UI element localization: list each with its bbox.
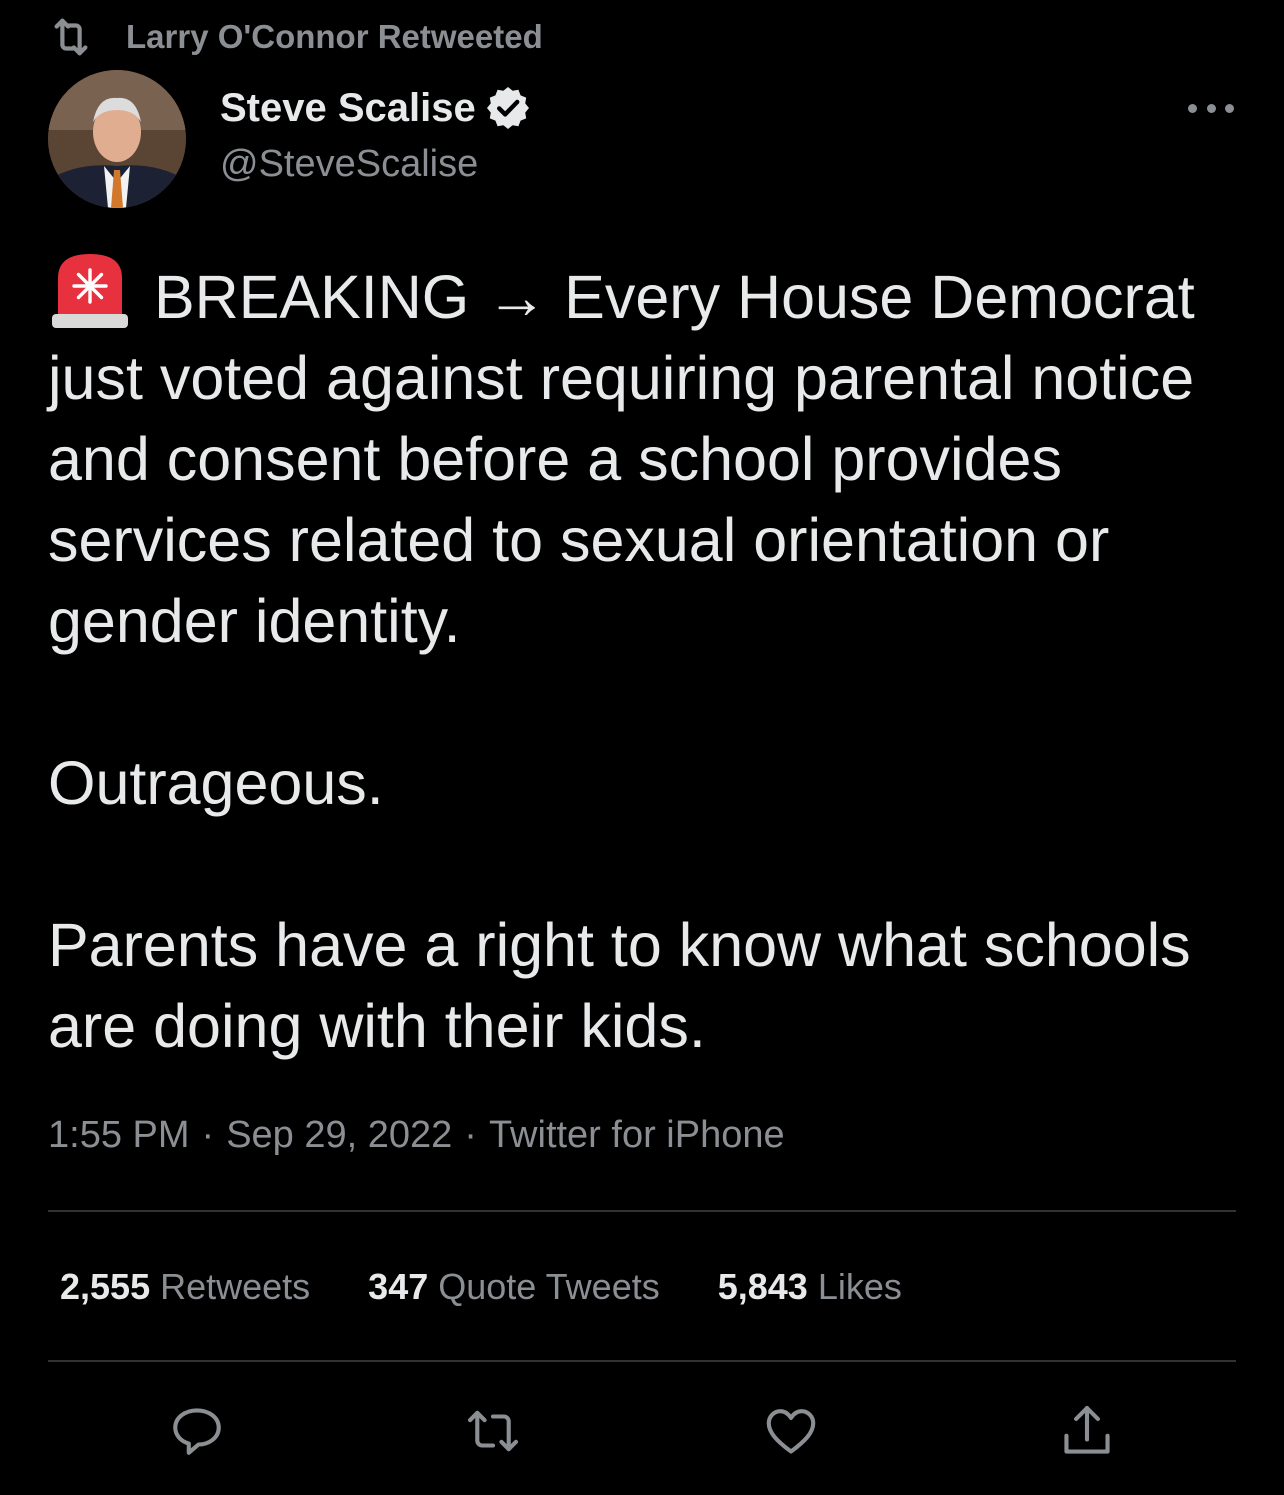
like-icon	[766, 1409, 816, 1454]
retweets-stat[interactable]: 2,555 Retweets	[60, 1262, 310, 1312]
more-dot-icon	[1225, 103, 1234, 113]
meta-separator: ·	[464, 1114, 477, 1156]
reply-button[interactable]	[168, 1402, 226, 1460]
retweet-context-label: Larry O'Connor Retweeted	[126, 18, 543, 55]
retweets-count: 2,555	[60, 1266, 151, 1307]
tweet-time[interactable]: 1:55 PM	[48, 1114, 190, 1156]
author-display-name[interactable]: Steve Scalise	[220, 86, 476, 131]
tweet-paragraph-2: Outrageous.	[48, 749, 384, 817]
meta-separator: ·	[201, 1114, 215, 1156]
likes-stat[interactable]: 5,843 Likes	[718, 1262, 902, 1312]
retweet-button[interactable]	[464, 1402, 522, 1460]
retweet-context[interactable]: Larry O'Connor Retweeted	[48, 14, 543, 60]
quote-tweets-stat[interactable]: 347 Quote Tweets	[368, 1262, 660, 1312]
author-handle[interactable]: @SteveScalise	[220, 136, 532, 192]
author-block[interactable]: Steve Scalise @SteveScalise	[220, 80, 532, 192]
retweet-icon	[48, 14, 94, 60]
tweet-paragraph-1: BREAKING → Every House Democrat just vot…	[48, 263, 1212, 655]
tweet-source[interactable]: Twitter for iPhone	[489, 1114, 785, 1156]
tweet-meta: 1:55 PM · Sep 29, 2022 · Twitter for iPhone	[48, 1110, 785, 1160]
retweet-icon	[467, 1410, 519, 1452]
quote-tweets-label: Quote Tweets	[438, 1266, 660, 1307]
share-button[interactable]	[1058, 1402, 1116, 1460]
siren-emoji-icon	[48, 248, 132, 332]
avatar[interactable]	[48, 70, 186, 208]
tweet-stats: 2,555 Retweets 347 Quote Tweets 5,843 Likes	[60, 1262, 960, 1312]
divider	[48, 1210, 1236, 1212]
retweets-label: Retweets	[160, 1266, 311, 1307]
more-dot-icon	[1188, 103, 1197, 113]
more-dot-icon	[1206, 103, 1216, 113]
tweet-date[interactable]: Sep 29, 2022	[226, 1114, 452, 1156]
quote-tweets-count: 347	[368, 1266, 429, 1307]
tweet-text: BREAKING → Every House Democrat just vot…	[48, 248, 1238, 1067]
verified-badge-icon	[484, 84, 532, 132]
like-button[interactable]	[762, 1402, 820, 1460]
reply-icon	[173, 1408, 221, 1455]
share-icon	[1064, 1405, 1110, 1454]
divider	[48, 1360, 1236, 1362]
tweet-paragraph-3: Parents have a right to know what school…	[48, 911, 1208, 1060]
more-options-button[interactable]	[1188, 90, 1234, 126]
likes-count: 5,843	[717, 1266, 808, 1307]
tweet-paragraph: BREAKING → Every House Democrat just vot…	[48, 248, 1238, 662]
likes-label: Likes	[817, 1266, 902, 1307]
